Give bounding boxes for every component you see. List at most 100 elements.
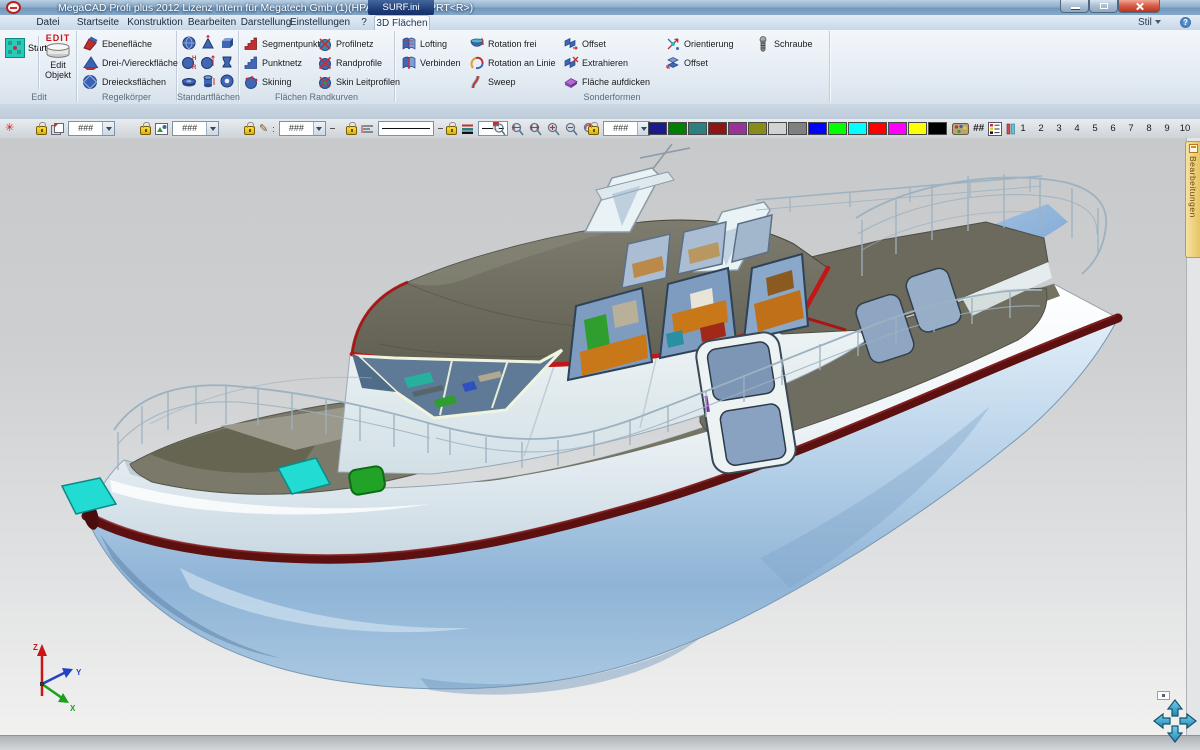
layers-icon[interactable] (51, 123, 64, 135)
view-number-1[interactable]: 1 (1014, 119, 1032, 138)
view-number-4[interactable]: 4 (1068, 119, 1086, 138)
sphere-icon[interactable] (181, 35, 197, 51)
minimize-button[interactable] (1060, 0, 1089, 13)
close-button[interactable] (1118, 0, 1160, 13)
color-lock-icon[interactable] (588, 126, 599, 135)
linewidth-lock-icon[interactable] (446, 126, 457, 135)
group-combo[interactable]: ### (172, 121, 219, 136)
layer-combo[interactable]: ### (68, 121, 115, 136)
zoom-pan-icon[interactable] (528, 121, 542, 136)
button-offset[interactable]: Offset (563, 34, 663, 53)
linetype-icon[interactable] (361, 123, 374, 135)
disc-icon[interactable] (181, 73, 197, 89)
button-randprofile[interactable]: Randprofile (317, 53, 393, 72)
color-swatch-yellow[interactable] (908, 122, 927, 135)
view-number-10[interactable]: 10 (1176, 119, 1194, 138)
button-offset-2[interactable]: Offset (665, 53, 753, 72)
menu-bearbeiten[interactable]: Bearbeiten (182, 15, 242, 30)
zoom-window-icon[interactable] (492, 121, 506, 136)
button-skin-leitprofilen[interactable]: Skin Leitprofilen (317, 72, 393, 91)
button-drei-viereckflaeche[interactable]: Drei-/Viereckfläche (82, 53, 178, 72)
view-number-6[interactable]: 6 (1104, 119, 1122, 138)
cone-icon[interactable] (200, 35, 216, 51)
menu-konstruktion[interactable]: Konstruktion (120, 15, 190, 30)
ribbon-group-standartflaechen: H R (177, 31, 239, 102)
zoom-out-icon[interactable] (564, 121, 578, 136)
button-skining[interactable]: Skining (243, 72, 319, 91)
color-swatch-purple[interactable] (728, 122, 747, 135)
button-rotation-an-linie[interactable]: Rotation an Linie (469, 53, 561, 72)
group-image-icon[interactable] (155, 123, 168, 135)
view-number-3[interactable]: 3 (1050, 119, 1068, 138)
color-swatch-navy[interactable] (648, 122, 667, 135)
button-flaeche-aufdicken[interactable]: Fläche aufdicken (563, 72, 663, 91)
spool-icon[interactable] (219, 54, 235, 70)
zoom-previous-icon[interactable] (510, 121, 524, 136)
button-segmentpunkte[interactable]: Segmentpunkte (243, 34, 319, 53)
button-sweep[interactable]: Sweep (469, 72, 561, 91)
sphere-hr-icon[interactable]: H R (181, 54, 197, 70)
color-swatch-teal[interactable] (688, 122, 707, 135)
button-ebeneflaeche[interactable]: Ebenefläche (82, 34, 178, 53)
maximize-button[interactable] (1089, 0, 1118, 13)
menu-datei[interactable]: Datei (28, 15, 68, 30)
button-orientierung[interactable]: Orientierung (665, 34, 753, 53)
color-swatch-olive[interactable] (748, 122, 767, 135)
box-icon[interactable] (219, 35, 235, 51)
layer-lock-icon[interactable] (36, 126, 47, 135)
help-icon[interactable]: ? (1180, 17, 1191, 28)
view-number-9[interactable]: 9 (1158, 119, 1176, 138)
view-number-5[interactable]: 5 (1086, 119, 1104, 138)
menu-help[interactable]: ? (358, 15, 370, 30)
color-combo[interactable]: ### (603, 121, 650, 136)
button-rotation-frei[interactable]: Rotation frei (469, 34, 561, 53)
view-number-2[interactable]: 2 (1032, 119, 1050, 138)
pen-lock-icon[interactable] (244, 126, 255, 135)
view-number-7[interactable]: 7 (1122, 119, 1140, 138)
color-swatch-black[interactable] (928, 122, 947, 135)
style-dropdown[interactable]: Stil (1138, 15, 1161, 30)
palette-icon[interactable] (952, 122, 969, 136)
color-swatch-lime[interactable] (828, 122, 847, 135)
pen-combo[interactable]: ### (279, 121, 326, 136)
document-tab[interactable]: SURF.ini (368, 0, 434, 15)
zoom-in-icon[interactable] (546, 121, 560, 136)
button-lofting[interactable]: Lofting (401, 34, 467, 53)
pen-icon[interactable]: ✎ (259, 122, 268, 135)
color-swatch-green[interactable] (668, 122, 687, 135)
button-verbinden[interactable]: Verbinden (401, 53, 467, 72)
color-swatch-darkred[interactable] (708, 122, 727, 135)
view-number-8[interactable]: 8 (1140, 119, 1158, 138)
linetype-lock-icon[interactable] (346, 126, 357, 135)
hash-label[interactable]: ## (973, 123, 984, 134)
bearbeitungen-side-tab[interactable]: Bearbeitungen (1185, 141, 1200, 258)
button-schraube[interactable]: Schraube (755, 34, 825, 53)
edit-object-button[interactable]: EDIT Edit Objekt (41, 33, 75, 80)
color-swatch-red[interactable] (868, 122, 887, 135)
title-bar[interactable]: MegaCAD Profi plus 2012 Lizenz Intern fü… (0, 0, 1200, 16)
button-dreiecksflaechen[interactable]: Dreiecksflächen (82, 72, 178, 91)
sphere-axis-icon[interactable] (200, 54, 216, 70)
color-swatch-cyan[interactable] (848, 122, 867, 135)
button-profilnetz[interactable]: Profilnetz (317, 34, 393, 53)
group-lock-icon[interactable] (140, 126, 151, 135)
linewidth-icon[interactable] (461, 123, 474, 135)
boat-model-render[interactable]: Z Y X (0, 138, 1200, 735)
menu-einstellungen[interactable]: Einstellungen (284, 15, 356, 30)
separator-dash (330, 128, 335, 130)
menu-startseite[interactable]: Startseite (70, 15, 126, 30)
color-list-icon[interactable] (988, 122, 1002, 136)
button-extrahieren[interactable]: Extrahieren (563, 53, 663, 72)
cylinder-icon[interactable] (200, 73, 216, 89)
linetype-preview[interactable] (378, 121, 434, 136)
color-swatch-lightgray[interactable] (768, 122, 787, 135)
button-punktnetz[interactable]: Punktnetz (243, 53, 319, 72)
3d-viewport[interactable]: Z Y X (0, 138, 1200, 735)
pan-navigation-icon[interactable] (1152, 698, 1198, 744)
color-swatch-blue[interactable] (808, 122, 827, 135)
torus-icon[interactable] (219, 73, 235, 89)
color-swatch-gray[interactable] (788, 122, 807, 135)
tab-3d-flaechen[interactable]: 3D Flächen (374, 15, 430, 30)
color-swatch-magenta[interactable] (888, 122, 907, 135)
snap-point-icon[interactable]: ✳ (5, 119, 14, 138)
